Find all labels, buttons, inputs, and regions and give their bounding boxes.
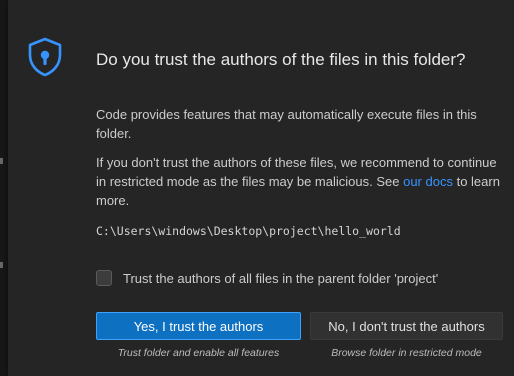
parent-folder-trust-option[interactable]: Trust the authors of all files in the pa… [96,268,438,288]
dialog-detail: If you don't trust the authors of these … [96,153,508,210]
parent-folder-checkbox[interactable] [96,270,112,286]
workbench-background: Do you trust the authors of the files in… [0,0,514,376]
edge-marker [0,158,3,164]
dont-trust-button-caption: Browse folder in restricted mode [331,347,482,359]
folder-path: C:\Users\windows\Desktop\project\hello_w… [96,224,401,238]
dialog-message: Code provides features that may automati… [96,107,477,141]
workspace-trust-dialog: Do you trust the authors of the files in… [8,0,514,376]
dialog-title: Do you trust the authors of the files in… [96,50,466,69]
shield-lock-icon [28,37,62,77]
trust-button[interactable]: Yes, I trust the authors [96,312,301,340]
dont-trust-button[interactable]: No, I don't trust the authors [310,312,503,340]
trust-button-caption: Trust folder and enable all features [117,347,280,359]
editor-edge [0,0,8,376]
edge-marker [0,262,3,268]
checkbox-label[interactable]: Trust the authors of all files in the pa… [123,271,438,286]
docs-link[interactable]: our docs [403,174,453,189]
